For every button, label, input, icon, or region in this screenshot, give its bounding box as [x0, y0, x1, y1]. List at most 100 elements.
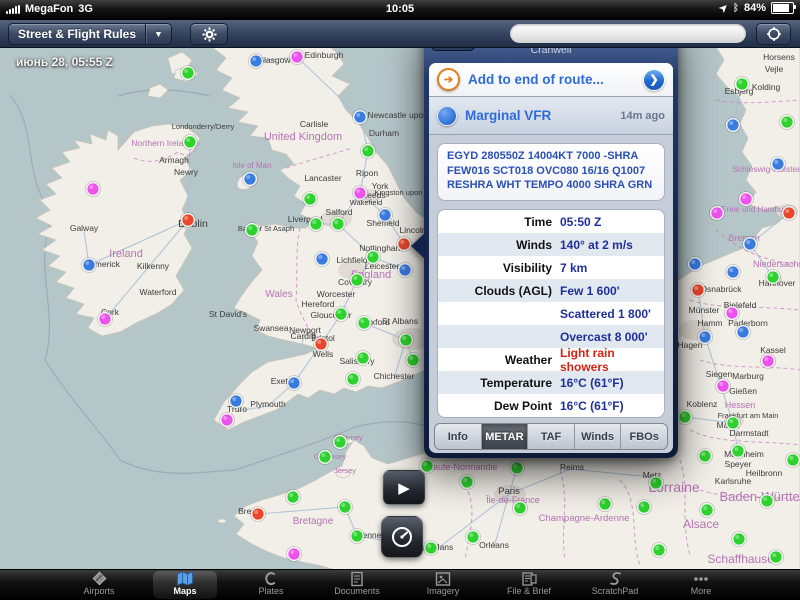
airport-dot-g[interactable]	[733, 533, 746, 546]
airport-dot-g[interactable]	[246, 224, 259, 237]
airport-dot-g[interactable]	[358, 317, 371, 330]
airport-dot-m[interactable]	[87, 183, 100, 196]
tab-info[interactable]: Info	[435, 424, 482, 449]
airport-dot-r[interactable]	[398, 238, 411, 251]
airport-dot-g[interactable]	[335, 308, 348, 321]
airport-dot-g[interactable]	[357, 352, 370, 365]
airport-dot-g[interactable]	[332, 218, 345, 231]
locate-me-button[interactable]	[756, 23, 791, 45]
airport-dot-g[interactable]	[650, 477, 663, 490]
instruments-button[interactable]	[381, 516, 423, 558]
airport-dot-g[interactable]	[319, 451, 332, 464]
airport-dot-g[interactable]	[511, 462, 524, 475]
airport-dot-m[interactable]	[711, 207, 724, 220]
airport-dot-b[interactable]	[244, 173, 257, 186]
airport-dot-g[interactable]	[467, 531, 480, 544]
tabbar-item-more[interactable]: More	[658, 570, 744, 600]
airport-dot-m[interactable]	[291, 51, 304, 64]
map-layer-selector-button[interactable]: Street & Flight Rules ▼	[8, 23, 172, 45]
airport-dot-r[interactable]	[252, 508, 265, 521]
airport-dot-g[interactable]	[407, 354, 420, 367]
airport-dot-g[interactable]	[362, 145, 375, 158]
tabbar-item-plates[interactable]: Plates	[228, 570, 314, 600]
airport-dot-r[interactable]	[315, 338, 328, 351]
settings-button[interactable]	[190, 23, 228, 45]
airport-dot-g[interactable]	[425, 542, 438, 555]
weather-row: Winds140° at 2 m/s	[438, 233, 664, 256]
airport-dot-b[interactable]	[699, 331, 712, 344]
airport-dot-g[interactable]	[781, 116, 794, 129]
tabbar-item-file-brief[interactable]: File & Brief	[486, 570, 572, 600]
airport-dot-b[interactable]	[772, 158, 785, 171]
airport-dot-b[interactable]	[727, 119, 740, 132]
airport-dot-m[interactable]	[221, 414, 234, 427]
airport-dot-g[interactable]	[367, 251, 380, 264]
chevron-down-icon[interactable]: ▼	[145, 24, 171, 44]
airport-dot-g[interactable]	[334, 436, 347, 449]
airport-dot-b[interactable]	[230, 395, 243, 408]
airport-dot-m[interactable]	[726, 307, 739, 320]
airport-dot-g[interactable]	[761, 495, 774, 508]
airport-dot-b[interactable]	[399, 264, 412, 277]
airport-dot-g[interactable]	[770, 551, 783, 564]
airport-dot-g[interactable]	[351, 530, 364, 543]
airport-dot-m[interactable]	[99, 313, 112, 326]
airport-dot-g[interactable]	[310, 218, 323, 231]
tabbar-item-scratchpad[interactable]: ScratchPad	[572, 570, 658, 600]
airport-dot-g[interactable]	[767, 271, 780, 284]
tab-taf[interactable]: TAF	[528, 424, 575, 449]
tabbar-item-documents[interactable]: Documents	[314, 570, 400, 600]
airport-dot-r[interactable]	[182, 214, 195, 227]
airport-dot-g[interactable]	[679, 411, 692, 424]
airport-dot-g[interactable]	[304, 193, 317, 206]
airport-dot-g[interactable]	[701, 504, 714, 517]
airport-dot-b[interactable]	[727, 266, 740, 279]
tab-winds[interactable]: Winds	[575, 424, 622, 449]
airport-dot-g[interactable]	[699, 450, 712, 463]
airport-dot-g[interactable]	[182, 67, 195, 80]
airport-dot-b[interactable]	[689, 258, 702, 271]
airport-dot-g[interactable]	[653, 544, 666, 557]
airport-dot-b[interactable]	[744, 238, 757, 251]
animate-weather-button[interactable]: ▶	[383, 470, 425, 505]
map-canvas[interactable]: United KingdomEnglandWalesIrelandNorther…	[0, 0, 800, 600]
flight-category-row[interactable]: Marginal VFR 14m ago	[429, 97, 673, 135]
chevron-right-icon[interactable]: ❯	[643, 69, 665, 91]
airport-dot-m[interactable]	[354, 187, 367, 200]
airport-dot-g[interactable]	[421, 460, 434, 473]
airport-dot-g[interactable]	[727, 417, 740, 430]
airport-dot-g[interactable]	[351, 274, 364, 287]
airport-dot-b[interactable]	[379, 209, 392, 222]
airport-dot-b[interactable]	[354, 111, 367, 124]
airport-dot-b[interactable]	[288, 377, 301, 390]
search-input[interactable]	[510, 24, 746, 43]
airport-dot-r[interactable]	[783, 207, 796, 220]
tabbar-item-imagery[interactable]: Imagery	[400, 570, 486, 600]
airport-dot-g[interactable]	[732, 445, 745, 458]
tabbar-item-airports[interactable]: Airports	[56, 570, 142, 600]
airport-dot-b[interactable]	[737, 326, 750, 339]
airport-dot-b[interactable]	[83, 259, 96, 272]
airport-dot-g[interactable]	[184, 136, 197, 149]
airport-dot-g[interactable]	[514, 502, 527, 515]
tab-metar[interactable]: METAR	[482, 424, 529, 449]
airport-dot-g[interactable]	[347, 373, 360, 386]
airport-dot-m[interactable]	[762, 355, 775, 368]
airport-dot-g[interactable]	[339, 501, 352, 514]
airport-dot-m[interactable]	[740, 193, 753, 206]
airport-dot-r[interactable]	[692, 284, 705, 297]
tab-fbos[interactable]: FBOs	[621, 424, 667, 449]
tabbar-item-maps[interactable]: Maps	[142, 570, 228, 600]
add-to-route-row[interactable]: ➔ Add to end of route... ❯	[429, 63, 673, 97]
airport-dot-g[interactable]	[400, 334, 413, 347]
airport-dot-g[interactable]	[461, 476, 474, 489]
airport-dot-m[interactable]	[288, 548, 301, 561]
airport-dot-g[interactable]	[638, 501, 651, 514]
airport-dot-g[interactable]	[736, 78, 749, 91]
airport-dot-b[interactable]	[316, 253, 329, 266]
airport-dot-m[interactable]	[717, 380, 730, 393]
airport-dot-g[interactable]	[787, 454, 800, 467]
airport-dot-g[interactable]	[599, 498, 612, 511]
airport-dot-b[interactable]	[250, 55, 263, 68]
airport-dot-g[interactable]	[287, 491, 300, 504]
